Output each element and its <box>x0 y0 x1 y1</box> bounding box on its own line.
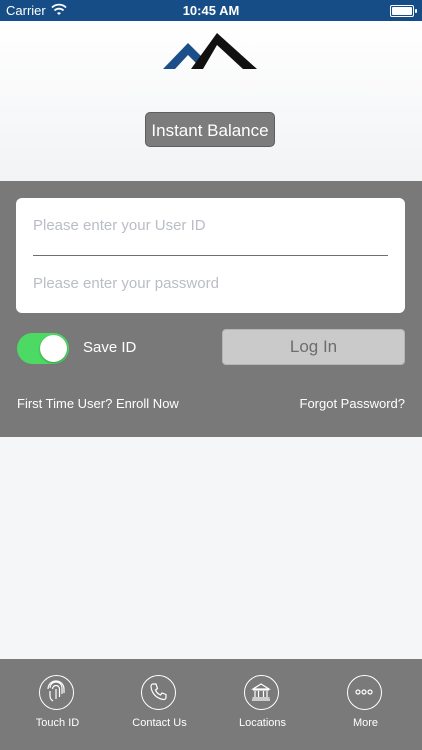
tab-locations[interactable]: Locations <box>210 659 315 750</box>
forgot-password-link[interactable]: Forgot Password? <box>300 396 406 411</box>
tab-more[interactable]: More <box>313 659 418 750</box>
tab-more-label: More <box>352 717 379 729</box>
field-divider <box>33 255 388 256</box>
phone-icon <box>141 675 176 710</box>
logo <box>163 33 257 69</box>
enroll-link[interactable]: First Time User? Enroll Now <box>17 396 179 411</box>
login-button[interactable]: Log In <box>222 329 405 365</box>
tab-locations-label: Locations <box>238 717 287 729</box>
more-dots-icon <box>347 675 382 710</box>
tab-contact-us[interactable]: Contact Us <box>107 659 212 750</box>
tab-touch-id[interactable]: Touch ID <box>5 659 110 750</box>
tab-bar: Touch ID Contact Us Locations More <box>0 659 422 750</box>
login-panel: Please enter your User ID Please enter y… <box>0 181 422 437</box>
header: Instant Balance <box>0 21 422 181</box>
save-id-label: Save ID <box>83 339 137 356</box>
status-bar: Carrier 10:45 AM <box>0 0 422 21</box>
clock: 10:45 AM <box>182 3 240 18</box>
instant-balance-button[interactable]: Instant Balance <box>145 112 275 147</box>
save-id-toggle[interactable] <box>17 333 69 364</box>
battery-icon <box>390 5 417 17</box>
credentials-card: Please enter your User ID Please enter y… <box>16 198 405 313</box>
password-field[interactable]: Please enter your password <box>33 269 388 299</box>
tab-contact-us-label: Contact Us <box>132 717 187 729</box>
tab-touch-id-label: Touch ID <box>35 717 80 729</box>
bank-icon <box>244 675 279 710</box>
fingerprint-icon <box>39 675 74 710</box>
user-id-field[interactable]: Please enter your User ID <box>33 211 388 241</box>
toggle-knob <box>40 335 67 362</box>
